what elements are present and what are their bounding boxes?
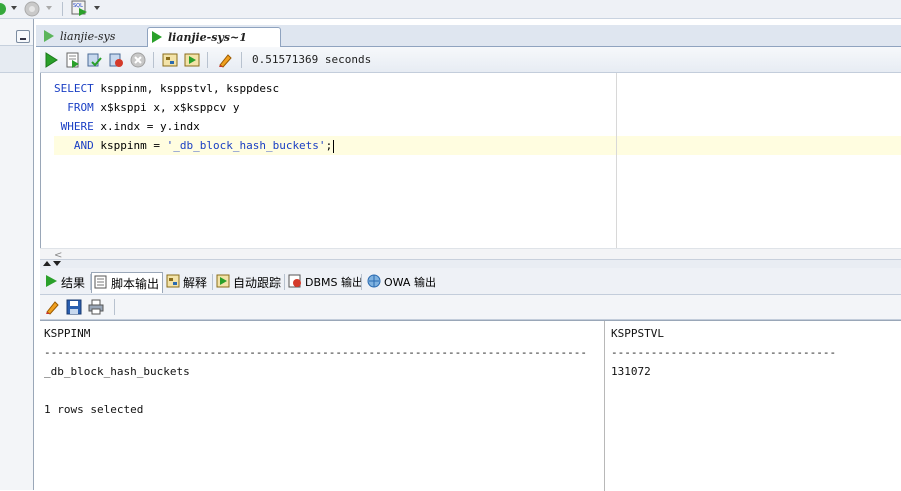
expand-down-icon[interactable] [53,261,61,266]
print-icon[interactable] [88,299,104,315]
svg-text:SQL: SQL [73,3,83,9]
tab-autotrace[interactable]: 自动跟踪 [214,272,284,292]
toolbar-divider [114,299,115,315]
sql-editor[interactable]: SELECT ksppinm, ksppstvl, ksppdesc FROM … [40,73,901,248]
keyword-where: WHERE [60,120,94,133]
keyword-select: SELECT [54,82,94,95]
pane-splitter[interactable] [40,259,901,268]
explain-plan-button[interactable] [162,52,178,68]
tab-lianjie-sys[interactable]: lianjie-sys [40,27,138,46]
tab-label: 脚本输出 [111,277,160,291]
worksheet-toolbar: 0.51571369 seconds [40,47,901,73]
autotrace-icon [216,274,230,288]
tab-divider [361,274,362,290]
clear-output-icon[interactable] [44,299,60,315]
tab-label: OWA 输出 [384,276,436,289]
dbms-output-icon [288,274,301,288]
cancel-button [130,52,146,68]
chevron-down-icon[interactable] [94,6,100,10]
disabled-navigation-icon [24,1,40,17]
string-literal: '_db_block_hash_buckets' [166,139,326,152]
worksheet-run-icon [44,30,54,42]
tab-script-output[interactable]: 脚本输出 [91,272,163,293]
green-circle-icon[interactable] [0,2,6,16]
run-icon [46,275,57,287]
editor-gutter [41,73,49,248]
run-script-button[interactable] [65,52,81,68]
panel-header-strip [0,45,33,73]
run-statement-button[interactable] [43,52,59,68]
code-line-4: AND ksppinm = '_db_block_hash_buckets'; [73,139,335,153]
main-toolbar: SQL [0,0,901,19]
expand-up-icon[interactable] [43,261,51,266]
tab-label: lianjie-sys~1 [168,31,247,44]
toolbar-divider [241,52,242,68]
toolbar-divider [207,52,208,68]
tab-label: DBMS 输出 [305,276,363,289]
tab-results[interactable]: 结果 [42,272,88,292]
result-cell: 131072 [611,365,651,378]
chevron-down-icon[interactable] [11,6,17,10]
column-divider [604,321,605,491]
code-line-3: WHERE x.indx = y.indx [60,120,200,133]
connections-panel [0,19,34,490]
explain-plan-icon [166,274,180,288]
code-line-1: SELECT ksppinm, ksppstvl, ksppdesc [54,82,280,95]
tab-label: 结果 [61,276,86,290]
rollback-button[interactable] [108,52,124,68]
owa-output-icon [367,274,381,288]
tab-dbms-output[interactable]: DBMS 输出 [286,272,363,292]
text-caret [333,139,335,153]
keyword-and: AND [73,139,94,152]
sql-worksheet-icon[interactable]: SQL [71,0,89,17]
tab-explain[interactable]: 解释 [164,272,212,292]
header-underline: ----------------------------------------… [44,346,588,359]
tab-label: 自动跟踪 [233,276,282,290]
chevron-down-icon [46,6,52,10]
column-header-ksppinm: KSPPINM [44,327,91,340]
result-cell: _db_block_hash_buckets [44,365,190,378]
save-icon[interactable] [66,299,82,315]
elapsed-time: 0.51571369 seconds [252,53,372,66]
editor-tab-bar: lianjie-sys lianjie-sys~1 [36,25,901,47]
tab-divider [212,274,213,290]
keyword-from: FROM [67,101,94,114]
tab-divider [284,274,285,290]
rows-selected-status: 1 rows selected [44,403,144,416]
clear-button[interactable] [217,52,233,68]
output-tab-bar: 结果 脚本输出 解释 自动跟踪 DBMS 输出 OWA 输出 [40,268,901,295]
tab-label: lianjie-sys [60,30,116,43]
tab-lianjie-sys-1[interactable]: lianjie-sys~1 [147,27,281,47]
script-output-icon [94,275,107,289]
worksheet-run-icon [152,31,162,43]
output-toolbar [40,295,901,320]
tab-owa-output[interactable]: OWA 输出 [365,272,437,292]
right-margin-line [616,73,617,248]
tab-label: 解释 [183,276,208,290]
header-underline: ---------------------------------- [611,346,837,359]
autotrace-button[interactable] [184,52,200,68]
commit-button[interactable] [86,52,102,68]
toolbar-divider [62,2,63,16]
minimize-icon[interactable] [16,30,30,43]
code-line-2: FROM x$ksppi x, x$ksppcv y [67,101,240,114]
script-output-area[interactable]: KSPPINM KSPPSTVL -----------------------… [40,320,901,491]
toolbar-divider [153,52,154,68]
column-header-ksppstvl: KSPPSTVL [611,327,664,340]
